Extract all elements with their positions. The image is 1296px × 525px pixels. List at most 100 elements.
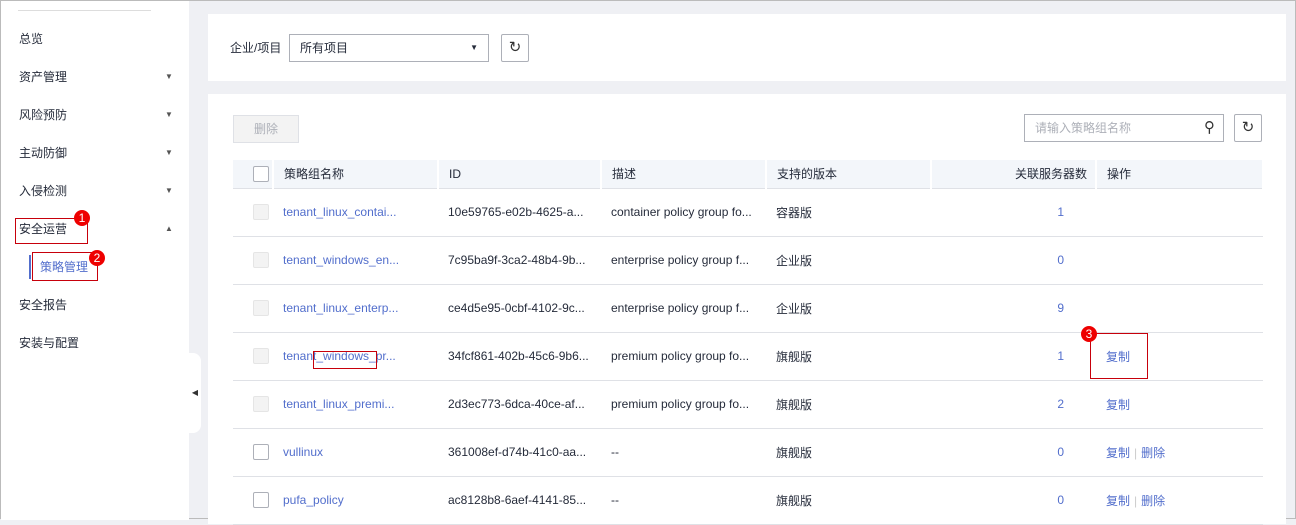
policy-id: ac8128b8-6aef-4141-85... [438, 476, 601, 525]
policy-id: 34fcf861-402b-45c6-9b6... [438, 332, 601, 381]
select-value: 所有项目 [300, 41, 349, 55]
chevron-icon: ▼ [165, 110, 173, 119]
policy-name-link[interactable]: vullinux [283, 445, 323, 459]
sidebar-item-label: 资产管理 [19, 70, 68, 84]
copy-action[interactable]: 复制 [1106, 398, 1130, 412]
sidebar-item-install-config[interactable]: 安装与配置 [1, 324, 189, 362]
policy-version: 旗舰版 [766, 476, 931, 525]
policy-id: 7c95ba9f-3ca2-48b4-9b... [438, 236, 601, 285]
sidebar-item-security-report[interactable]: 安全报告 [1, 286, 189, 324]
policy-name-link[interactable]: tenant_linux_premi... [283, 397, 394, 411]
sidebar-item-label: 风险预防 [19, 108, 68, 122]
policy-name-link[interactable]: tenant_linux_contai... [283, 205, 396, 219]
step-badge: 1 [74, 210, 90, 226]
row-checkbox [253, 348, 269, 364]
column-header-name: 策略组名称 [273, 160, 439, 189]
policy-list-card: 删除 请输入策略组名称 ⚲ ↻ 策略组名称 ID 描述 支持的版本 关联服务器数 … [208, 94, 1286, 525]
column-header-description: 描述 [601, 160, 767, 189]
sidebar-item-label: 主动防御 [19, 146, 68, 160]
server-count[interactable]: 0 [931, 476, 1096, 525]
row-checkbox [253, 396, 269, 412]
row-checkbox [253, 204, 269, 220]
policy-name-link[interactable]: tenant_windows_en... [283, 253, 399, 267]
policy-description: premium policy group fo... [601, 332, 766, 381]
column-header-actions: 操作 [1096, 160, 1264, 189]
server-count[interactable]: 0 [931, 236, 1096, 285]
policy-version: 企业版 [766, 284, 931, 333]
table-row: tenant_windows_en... 7c95ba9f-3ca2-48b4-… [233, 236, 1263, 285]
policy-description: container policy group fo... [601, 188, 766, 237]
divider [18, 10, 151, 11]
table-row: tenant_linux_premi... 2d3ec773-6dca-40ce… [233, 380, 1263, 429]
row-actions: 复制 [1096, 380, 1263, 429]
sidebar-item[interactable]: 资产管理 ▼ [1, 58, 189, 96]
column-header-id: ID [438, 160, 602, 189]
divider: | [1134, 493, 1138, 508]
select-all-checkbox[interactable] [253, 165, 269, 182]
chevron-left-icon: ◀ [191, 388, 199, 397]
policy-name-link[interactable]: pufa_policy [283, 493, 344, 507]
table-row: tenant_linux_contai... 10e59765-e02b-462… [233, 188, 1263, 237]
server-count[interactable]: 0 [931, 428, 1096, 477]
policy-description: enterprise policy group f... [601, 284, 766, 333]
server-count[interactable]: 1 [931, 188, 1096, 237]
refresh-icon: ↻ [508, 39, 522, 56]
highlight-box [313, 351, 377, 369]
step-badge: 2 [89, 250, 105, 266]
table-row: tenant_linux_enterp... ce4d5e95-0cbf-410… [233, 284, 1263, 333]
policy-id: ce4d5e95-0cbf-4102-9c... [438, 284, 601, 333]
row-checkbox [253, 252, 269, 268]
chevron-icon: ▼ [165, 148, 173, 157]
enterprise-project-select[interactable]: 所有项目 ▼ [289, 34, 489, 62]
refresh-button[interactable]: ↻ [501, 34, 529, 62]
policy-version: 旗舰版 [766, 332, 931, 381]
row-checkbox[interactable] [253, 492, 269, 508]
delete-button[interactable]: 删除 [233, 115, 299, 143]
server-count[interactable]: 9 [931, 284, 1096, 333]
row-actions [1096, 188, 1263, 237]
row-checkbox[interactable] [253, 444, 269, 460]
table-row: vullinux 361008ef-d74b-41c0-aa... -- 旗舰版… [233, 428, 1263, 477]
copy-action[interactable]: 复制 [1106, 446, 1130, 460]
sidebar-item[interactable]: 入侵检测 ▼ [1, 172, 189, 210]
chevron-down-icon: ▼ [470, 43, 478, 52]
chevron-icon: ▼ [165, 186, 173, 195]
chevron-icon: ▲ [165, 224, 173, 233]
search-icon[interactable]: ⚲ [1204, 115, 1215, 141]
policy-description: -- [601, 476, 766, 525]
policy-version: 容器版 [766, 188, 931, 237]
policy-version: 旗舰版 [766, 428, 931, 477]
policy-description: enterprise policy group f... [601, 236, 766, 285]
refresh-icon: ↻ [1241, 119, 1255, 136]
divider: | [1134, 445, 1138, 460]
column-header-servers: 关联服务器数 [931, 160, 1097, 189]
policy-version: 企业版 [766, 236, 931, 285]
copy-action[interactable]: 复制 [1106, 494, 1130, 508]
filter-card: 企业/项目 所有项目 ▼ ↻ [208, 14, 1286, 81]
search-placeholder: 请输入策略组名称 [1035, 121, 1132, 135]
row-actions: 复制 | 删除 [1096, 476, 1263, 525]
server-count[interactable]: 1 [931, 332, 1096, 381]
sidebar-item-label: 入侵检测 [19, 184, 68, 198]
step-badge: 3 [1081, 326, 1097, 342]
sidebar-item[interactable]: 主动防御 ▼ [1, 134, 189, 172]
policy-id: 361008ef-d74b-41c0-aa... [438, 428, 601, 477]
sidebar-item[interactable]: 风险预防 ▼ [1, 96, 189, 134]
sidebar-item[interactable]: 总览 [1, 20, 189, 58]
row-actions [1096, 236, 1263, 285]
sidebar-item-label: 总览 [19, 32, 44, 46]
policy-description: -- [601, 428, 766, 477]
delete-action[interactable]: 删除 [1141, 446, 1165, 460]
collapse-sidebar-button[interactable]: ◀ [189, 353, 201, 433]
refresh-list-button[interactable]: ↻ [1234, 114, 1262, 142]
chevron-icon: ▼ [165, 72, 173, 81]
row-actions [1096, 284, 1263, 333]
delete-action[interactable]: 删除 [1141, 494, 1165, 508]
server-count[interactable]: 2 [931, 380, 1096, 429]
highlight-box [1090, 333, 1148, 379]
sidebar: 总览 资产管理 ▼ 风险预防 ▼ 主动防御 ▼ 入侵检测 ▼ 安全运营 ▲ 策略管理 安全报告 安装… [1, 1, 189, 520]
search-input[interactable]: 请输入策略组名称 ⚲ [1024, 114, 1224, 142]
policy-name-link[interactable]: tenant_linux_enterp... [283, 301, 398, 315]
row-checkbox [253, 300, 269, 316]
policy-id: 10e59765-e02b-4625-a... [438, 188, 601, 237]
